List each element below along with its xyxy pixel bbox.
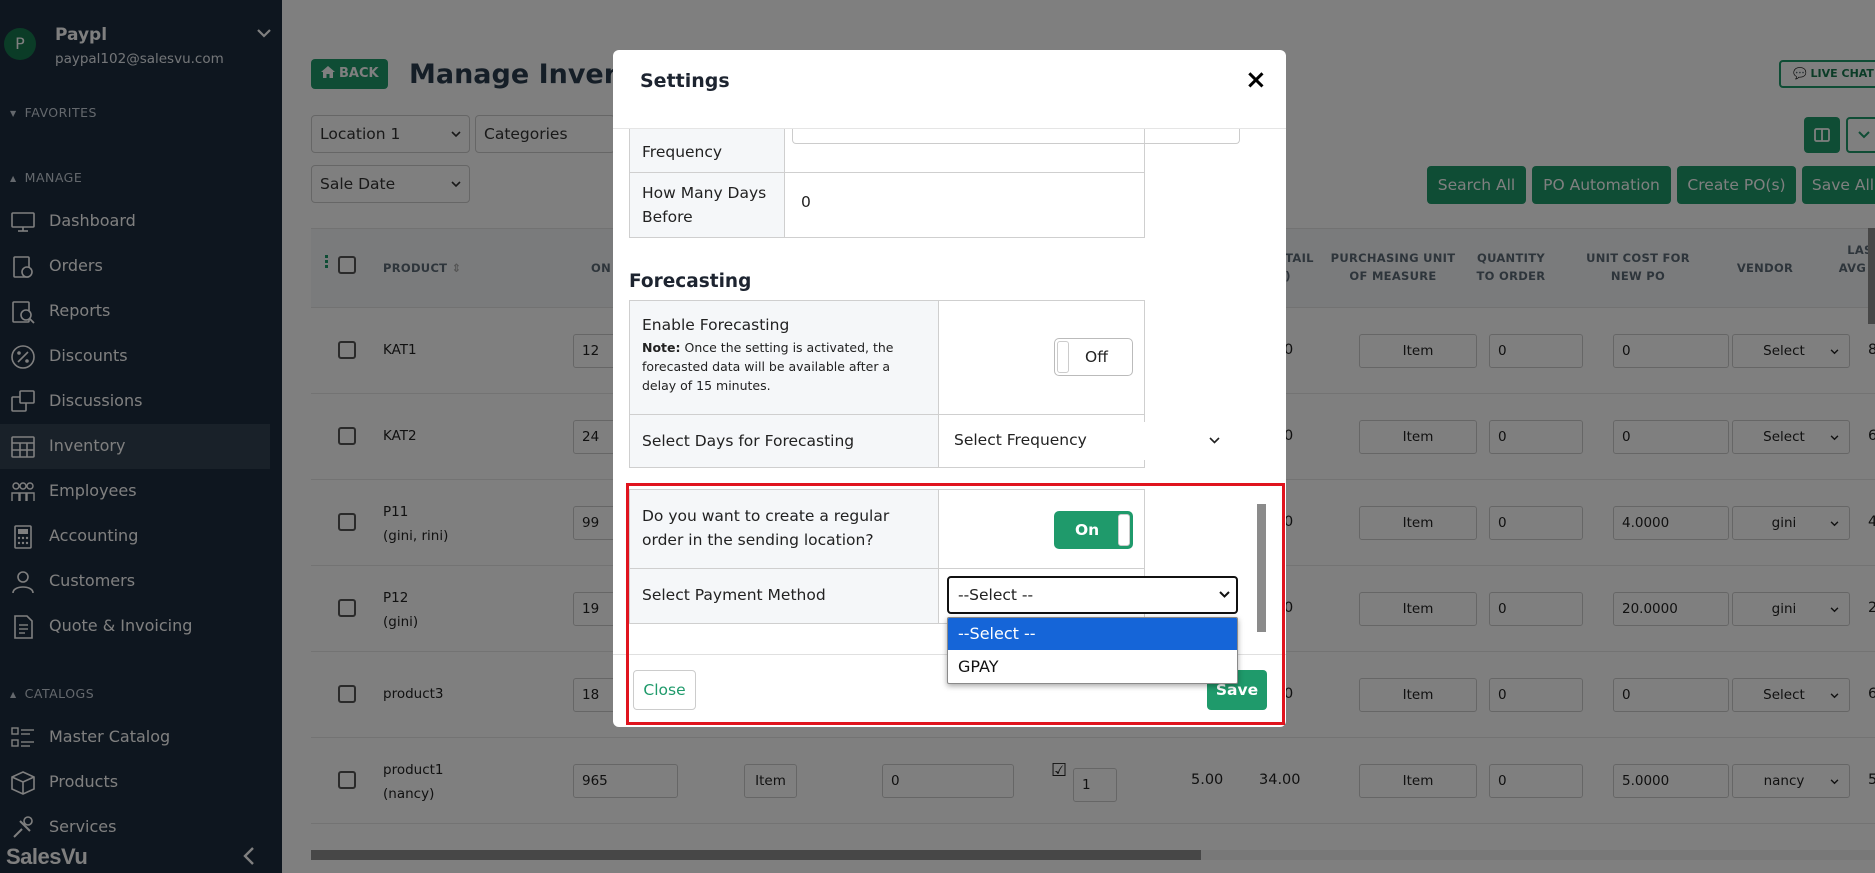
toggle-knob <box>1057 341 1069 373</box>
highlight-box <box>626 483 1285 725</box>
days-before-value[interactable]: 0 <box>801 193 811 211</box>
enable-forecasting-label: Enable Forecasting Note: Once the settin… <box>630 301 939 414</box>
frequency-row: Frequency <box>629 129 1240 173</box>
forecasting-note: Note: Once the setting is activated, the… <box>642 340 894 393</box>
enable-forecasting-row: Enable Forecasting Note: Once the settin… <box>629 300 1145 415</box>
days-before-label: How Many Days Before <box>630 173 785 237</box>
modal-title: Settings <box>640 70 730 92</box>
frequency-label: Frequency <box>630 129 785 172</box>
forecast-days-row: Select Days for Forecasting Select Frequ… <box>629 414 1232 468</box>
forecast-days-label: Select Days for Forecasting <box>630 415 939 467</box>
forecast-days-select[interactable]: Select Frequency <box>942 422 1232 460</box>
forecasting-toggle[interactable]: Off <box>1054 338 1133 376</box>
frequency-select[interactable] <box>792 129 1240 144</box>
chevron-down-icon <box>1209 437 1220 444</box>
close-icon[interactable]: × <box>1245 66 1267 94</box>
forecasting-title: Forecasting <box>629 271 752 292</box>
days-before-row: How Many Days Before 0 <box>629 172 1145 238</box>
